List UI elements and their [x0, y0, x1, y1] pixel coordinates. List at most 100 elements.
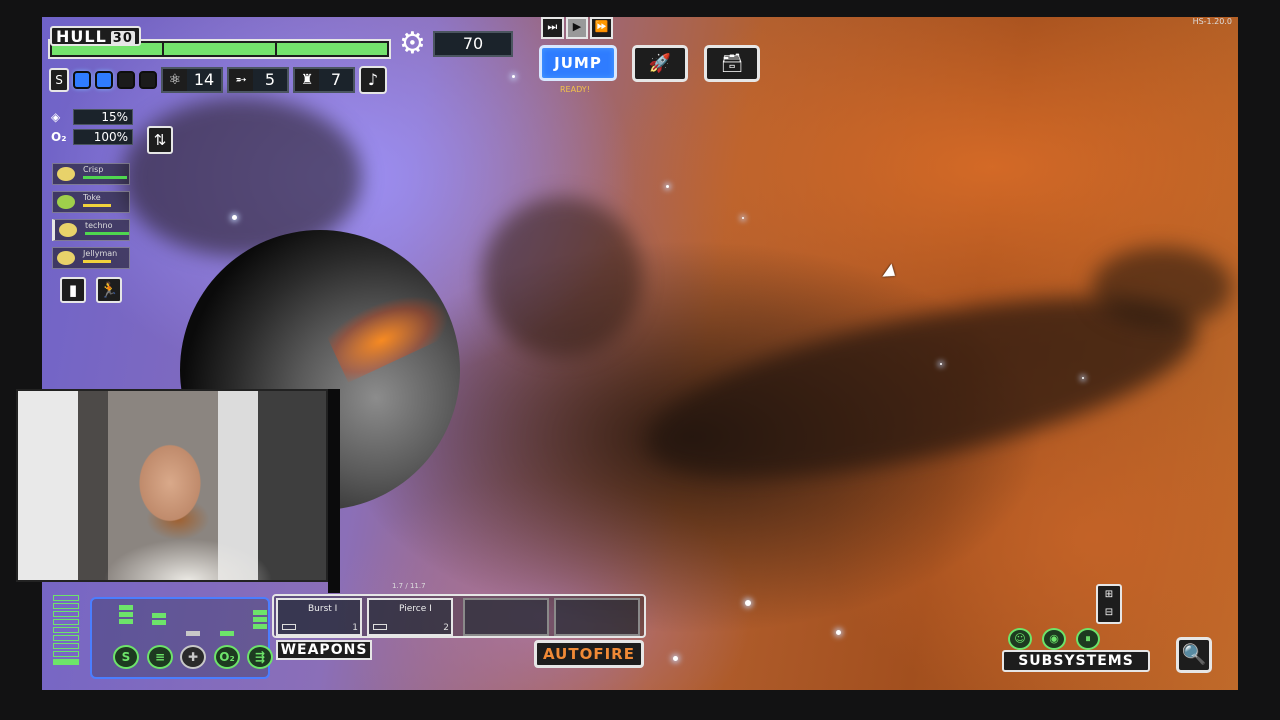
- drone-value: 7: [330, 70, 342, 89]
- subsystems-label: SUBSYSTEMS: [1002, 650, 1150, 672]
- power-cell: [53, 651, 79, 657]
- hull-value: 30: [110, 31, 135, 46]
- evasion-icon: ◈: [51, 110, 61, 124]
- music-note-icon[interactable]: ♪: [359, 66, 387, 94]
- weapon-slot[interactable]: Burst I 1: [276, 598, 362, 636]
- crew-card[interactable]: techno: [52, 219, 130, 241]
- oxygen-value: 100%: [73, 129, 133, 145]
- scrap-counter: ⚙ 70: [399, 29, 514, 59]
- system-power: [152, 613, 166, 625]
- evasion-stat: ◈ 15%: [51, 108, 133, 126]
- oxygen-stat: O₂ 100%: [51, 128, 133, 146]
- crew-portrait: [59, 223, 77, 237]
- shield-pip: [117, 71, 135, 89]
- power-pip: [119, 612, 133, 617]
- crew-hp-bar: [83, 204, 111, 207]
- jump-status: READY!: [560, 85, 590, 94]
- hull-label: HULL 30: [50, 26, 141, 46]
- power-pip: [253, 617, 267, 622]
- fuel-icon: ⚛: [163, 69, 187, 91]
- doors-subsystem-icon[interactable]: ⏸: [1076, 628, 1100, 650]
- fuel-value: 14: [193, 70, 215, 89]
- time-controls: ⏭ ▶ ⏩: [541, 17, 614, 39]
- play-icon[interactable]: ▶: [565, 17, 589, 39]
- hull-segment: [164, 43, 275, 55]
- power-pip: [152, 620, 166, 625]
- power-pip: [253, 610, 267, 615]
- power-cell: [53, 611, 79, 617]
- crew-name: Toke: [83, 193, 101, 202]
- crew-portrait: [57, 167, 75, 181]
- star: [232, 215, 237, 220]
- weapon-slot-empty[interactable]: [554, 598, 640, 636]
- power-pip: [220, 631, 234, 636]
- drone-icon: ♜: [295, 69, 319, 91]
- nebula-cloud: [1092, 247, 1232, 327]
- power-pip: [119, 619, 133, 624]
- star: [1082, 377, 1084, 379]
- oxygen-label: O₂: [51, 130, 67, 144]
- power-cell: [53, 659, 79, 665]
- ship-icon[interactable]: 🚀: [632, 45, 688, 82]
- medbay-system-icon[interactable]: ✚: [180, 645, 206, 669]
- scrap-value: 70: [433, 31, 513, 57]
- weapon-hotkey: 1: [352, 623, 358, 633]
- sensors-subsystem-icon[interactable]: ◉: [1042, 628, 1066, 650]
- weapon-slot-empty[interactable]: [463, 598, 549, 636]
- crew-card[interactable]: Toke: [52, 191, 130, 213]
- crew-return-icon[interactable]: 🏃: [96, 277, 122, 303]
- store-icon[interactable]: 🗃: [704, 45, 760, 82]
- shields-system-icon[interactable]: S: [113, 645, 139, 669]
- nebula-cloud: [482, 197, 642, 357]
- step-icon[interactable]: ⏭: [541, 17, 564, 39]
- power-cell: [53, 603, 79, 609]
- hull-segment: [276, 43, 387, 55]
- star: [512, 75, 515, 78]
- systems-panel: [90, 597, 270, 679]
- crew-card[interactable]: Crisp: [52, 163, 130, 185]
- pilot-subsystem-icon[interactable]: ☺: [1008, 628, 1032, 650]
- weapons-system-icon[interactable]: ⇶: [247, 645, 273, 669]
- swap-arrows-icon[interactable]: ⇅: [147, 126, 173, 154]
- missile-value: 5: [264, 70, 276, 89]
- system-power: [186, 631, 200, 636]
- jump-button[interactable]: JUMP: [539, 45, 617, 81]
- engines-system-icon[interactable]: ≡: [147, 645, 173, 669]
- fast-forward-icon[interactable]: ⏩: [590, 17, 614, 39]
- weapon-hotkey: 2: [443, 623, 449, 633]
- star: [666, 185, 669, 188]
- star: [940, 363, 942, 365]
- reactor-power-bar: [53, 595, 79, 665]
- door-control-icon[interactable]: ⊞ ⊟: [1096, 584, 1122, 624]
- power-cell: [53, 595, 79, 601]
- power-cell: [53, 627, 79, 633]
- shield-pip: [95, 71, 113, 89]
- crew-stations-icon[interactable]: ▮: [60, 277, 86, 303]
- crew-hp-bar: [85, 232, 129, 235]
- system-power: [220, 631, 234, 636]
- magnifier-icon[interactable]: 🔍: [1176, 637, 1212, 673]
- crew-portrait: [57, 195, 75, 209]
- power-pip: [152, 613, 166, 618]
- autofire-button[interactable]: AUTOFIRE: [534, 640, 644, 668]
- crew-hp-bar: [83, 260, 111, 263]
- hull-label-text: HULL: [56, 27, 107, 46]
- crew-card[interactable]: Jellyman: [52, 247, 130, 269]
- system-power: [119, 605, 133, 624]
- power-pip: [119, 605, 133, 610]
- crew-name: Jellyman: [83, 249, 118, 258]
- power-pip: [186, 631, 200, 636]
- shield-pip: [73, 71, 91, 89]
- crew-hp-bar: [83, 176, 127, 179]
- weapon-slot[interactable]: Pierce I 2: [367, 598, 453, 636]
- power-pip: [253, 624, 267, 629]
- drone-counter: ♜ 7: [293, 67, 355, 93]
- power-cell: [53, 635, 79, 641]
- oxygen-system-icon[interactable]: O₂: [214, 645, 240, 669]
- crew-portrait: [57, 251, 75, 265]
- star: [742, 217, 744, 219]
- missile-icon: ➵: [229, 69, 253, 91]
- star: [836, 630, 841, 635]
- star: [673, 656, 678, 661]
- weapon-charge: [373, 624, 387, 630]
